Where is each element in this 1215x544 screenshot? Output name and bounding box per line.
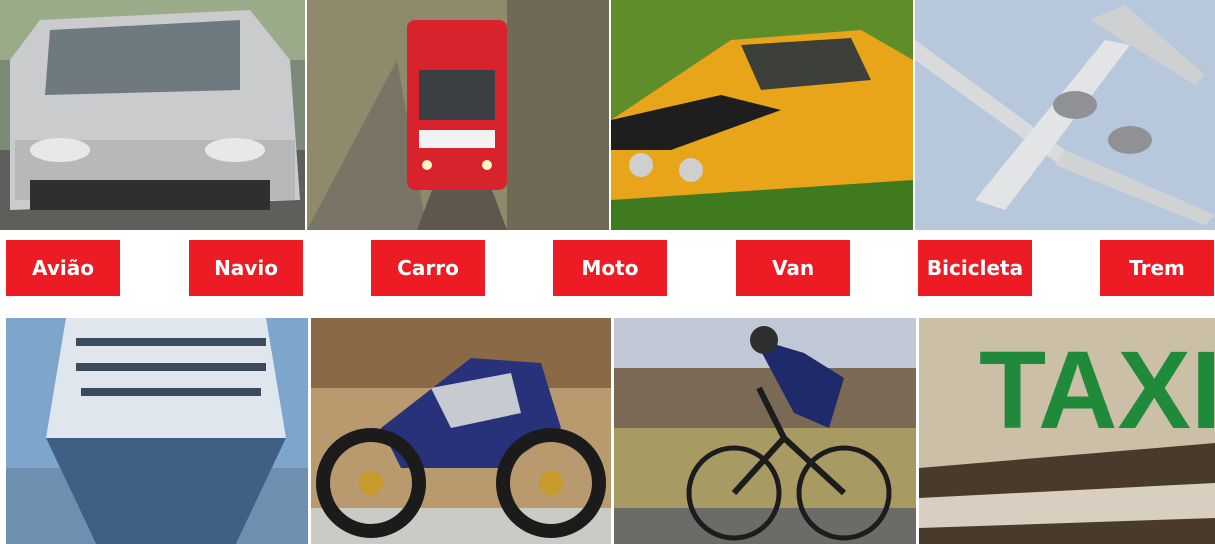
transport-labels: Avião Navio Carro Moto Van Bicicleta Tre… [0, 240, 1215, 298]
label-navio[interactable]: Navio [189, 240, 303, 296]
airplane-photo [915, 0, 1215, 230]
taxi-sign-text: TAXI [979, 329, 1215, 452]
label-trem[interactable]: Trem [1100, 240, 1214, 296]
label-moto[interactable]: Moto [553, 240, 667, 296]
label-carro[interactable]: Carro [371, 240, 485, 296]
label-bicicleta[interactable]: Bicicleta [918, 240, 1032, 296]
ship-photo [6, 318, 308, 544]
van-photo [0, 0, 305, 230]
bicycle-photo [614, 318, 916, 544]
car-photo [611, 0, 913, 230]
train-photo [307, 0, 609, 230]
label-aviao[interactable]: Avião [6, 240, 120, 296]
label-van[interactable]: Van [736, 240, 850, 296]
motorcycle-photo [311, 318, 611, 544]
taxi-photo: TAXI [919, 318, 1215, 544]
